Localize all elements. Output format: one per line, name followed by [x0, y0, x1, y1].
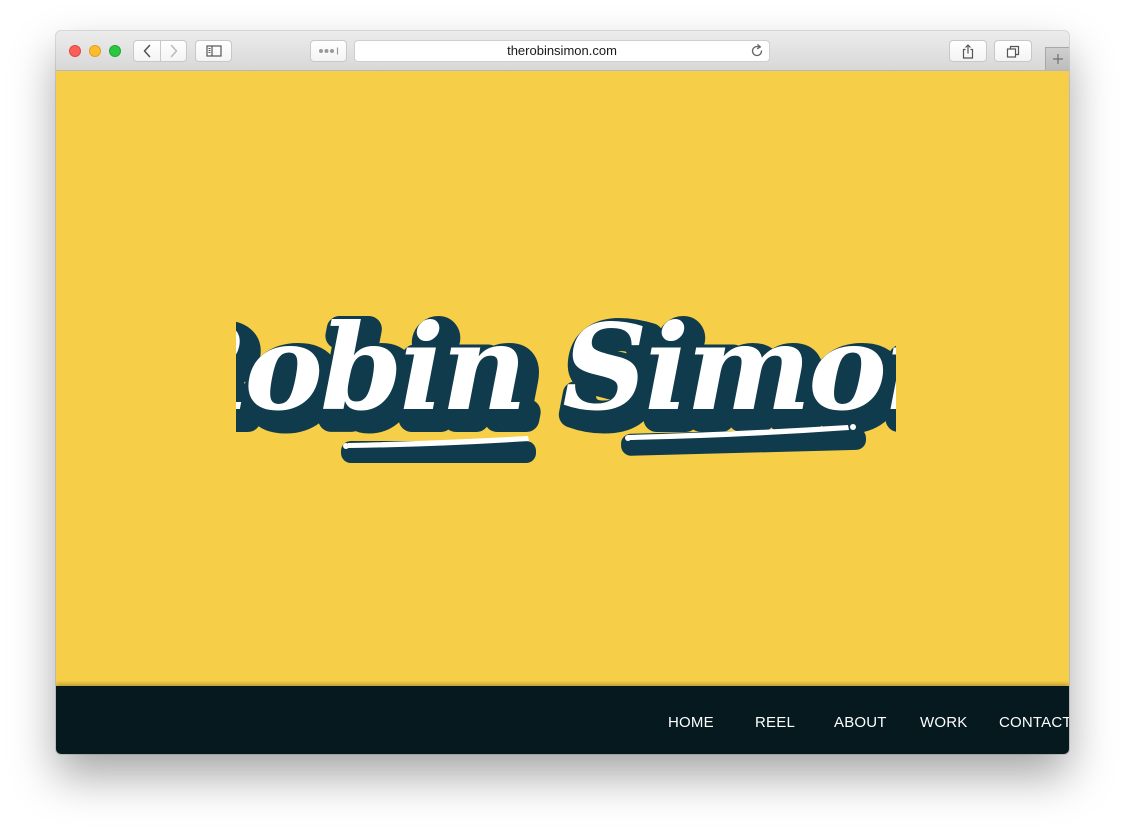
sidebar-button[interactable] [195, 40, 232, 62]
nav-item-reel[interactable]: REEL [755, 686, 795, 754]
main-navigation: HOME REEL ABOUT WORK CONTACT [56, 686, 1069, 754]
ellipsis-icon [318, 47, 338, 55]
share-icon [962, 43, 974, 59]
nav-item-home[interactable]: HOME [668, 686, 714, 754]
zoom-window-button[interactable] [109, 45, 121, 57]
url-text: therobinsimon.com [507, 43, 617, 58]
browser-toolbar: therobinsimon.com [56, 31, 1069, 71]
nav-item-contact[interactable]: CONTACT [999, 686, 1069, 754]
back-button[interactable] [133, 40, 161, 62]
forward-button[interactable] [160, 40, 187, 62]
nav-item-about[interactable]: ABOUT [834, 686, 887, 754]
tabs-icon [1006, 45, 1020, 58]
logo-fill-layer: Robin Simon [236, 298, 896, 449]
new-tab-button[interactable] [1045, 47, 1069, 70]
hero-section: Robin Simon Robin Simon [56, 71, 1069, 686]
plus-icon [1052, 54, 1063, 64]
chevron-right-icon [170, 44, 177, 58]
browser-window: therobinsimon.com obin Simo obin Simo HO… [56, 31, 1069, 754]
nav-item-work[interactable]: WORK [920, 686, 967, 754]
close-window-button[interactable] [69, 45, 81, 57]
tabs-button[interactable] [994, 40, 1032, 62]
share-button[interactable] [949, 40, 987, 62]
chevron-left-icon [143, 44, 151, 58]
minimize-window-button[interactable] [89, 45, 101, 57]
robin-simon-logo: Robin Simon Robin Simon [236, 295, 896, 463]
sidebar-icon [205, 45, 222, 57]
reader-button[interactable] [310, 40, 347, 62]
logo-fill-text: Robin Simon [236, 298, 896, 437]
address-bar[interactable]: therobinsimon.com [354, 40, 770, 62]
reload-icon[interactable] [750, 44, 764, 58]
